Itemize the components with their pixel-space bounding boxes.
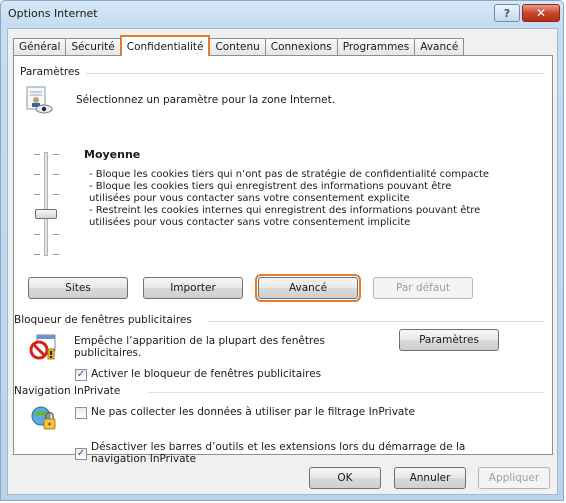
help-button[interactable]: ? [494,4,520,22]
slider-tick [53,234,59,235]
slider-tick [53,174,59,175]
slider-thumb[interactable] [35,209,57,219]
slider-tick [34,254,40,255]
tab-security[interactable]: Sécurité [65,38,121,56]
slider-tick [53,254,59,255]
inprivate-group-label: Navigation InPrivate [14,385,121,397]
inprivate-icon [28,403,58,433]
privacy-tab-panel: Paramètres Sélectionnez un paramètre pou… [13,55,553,465]
close-icon: ✕ [535,6,547,20]
checkbox-box[interactable]: ✓ [75,369,87,381]
sites-button[interactable]: Sites [28,277,128,299]
privacy-level-title: Moyenne [84,148,141,161]
tab-programs[interactable]: Programmes [336,38,416,56]
title-bar[interactable]: Options Internet ? ✕ [1,1,563,27]
popup-blocker-divider [208,321,544,322]
tab-privacy[interactable]: Confidentialité [119,35,211,56]
checkbox-box[interactable] [75,407,87,419]
tab-connections[interactable]: Connexions [264,38,338,56]
slider-tick [34,234,40,235]
tab-general[interactable]: Général [13,38,67,56]
default-button[interactable]: Par défaut [373,277,473,299]
popup-settings-button[interactable]: Paramètres [399,329,499,351]
settings-group-divider [86,73,544,74]
checkbox-label[interactable]: Ne pas collecter les données à utiliser … [91,406,415,418]
slider-tick [53,154,59,155]
help-icon: ? [503,6,511,20]
apply-button[interactable]: Appliquer [478,467,550,489]
checkbox-label[interactable]: Activer le bloqueur de fenêtres publicit… [91,368,321,380]
tab-advanced[interactable]: Avancé [414,38,465,56]
ok-button[interactable]: OK [309,467,381,489]
checkbox-label[interactable]: Désactiver les barres d’outils et les ex… [91,441,511,465]
popup-blocker-description: Empêche l’apparition de la plupart des f… [74,335,325,359]
cancel-button[interactable]: Annuler [394,467,466,489]
slider-tick [53,194,59,195]
import-button[interactable]: Importer [143,277,243,299]
popup-blocker-group-label: Bloqueur de fenêtres publicitaires [14,314,192,326]
tab-content[interactable]: Contenu [209,38,266,56]
dialog-client-area: Général Sécurité Confidentialité Contenu… [7,28,558,495]
slider-tick [34,154,40,155]
zone-intro-text: Sélectionnez un paramètre pour la zone I… [76,94,336,106]
advanced-button[interactable]: Avancé [255,274,361,302]
inprivate-divider [148,392,544,393]
settings-group-label: Paramètres [20,66,80,78]
tab-strip: Général Sécurité Confidentialité Contenu… [13,35,465,56]
privacy-level-description: - Bloque les cookies tiers qui n’ont pas… [89,169,490,228]
privacy-settings-icon [24,85,54,115]
slider-tick [34,194,40,195]
checkbox-box[interactable]: ✓ [75,448,87,460]
window-title: Options Internet [8,7,98,20]
slider-track[interactable] [44,152,48,256]
popup-blocker-icon [28,332,58,362]
slider-tick [34,174,40,175]
options-internet-window: Options Internet ? ✕ Général Sécurité Co… [0,0,564,501]
close-button[interactable]: ✕ [522,4,560,22]
